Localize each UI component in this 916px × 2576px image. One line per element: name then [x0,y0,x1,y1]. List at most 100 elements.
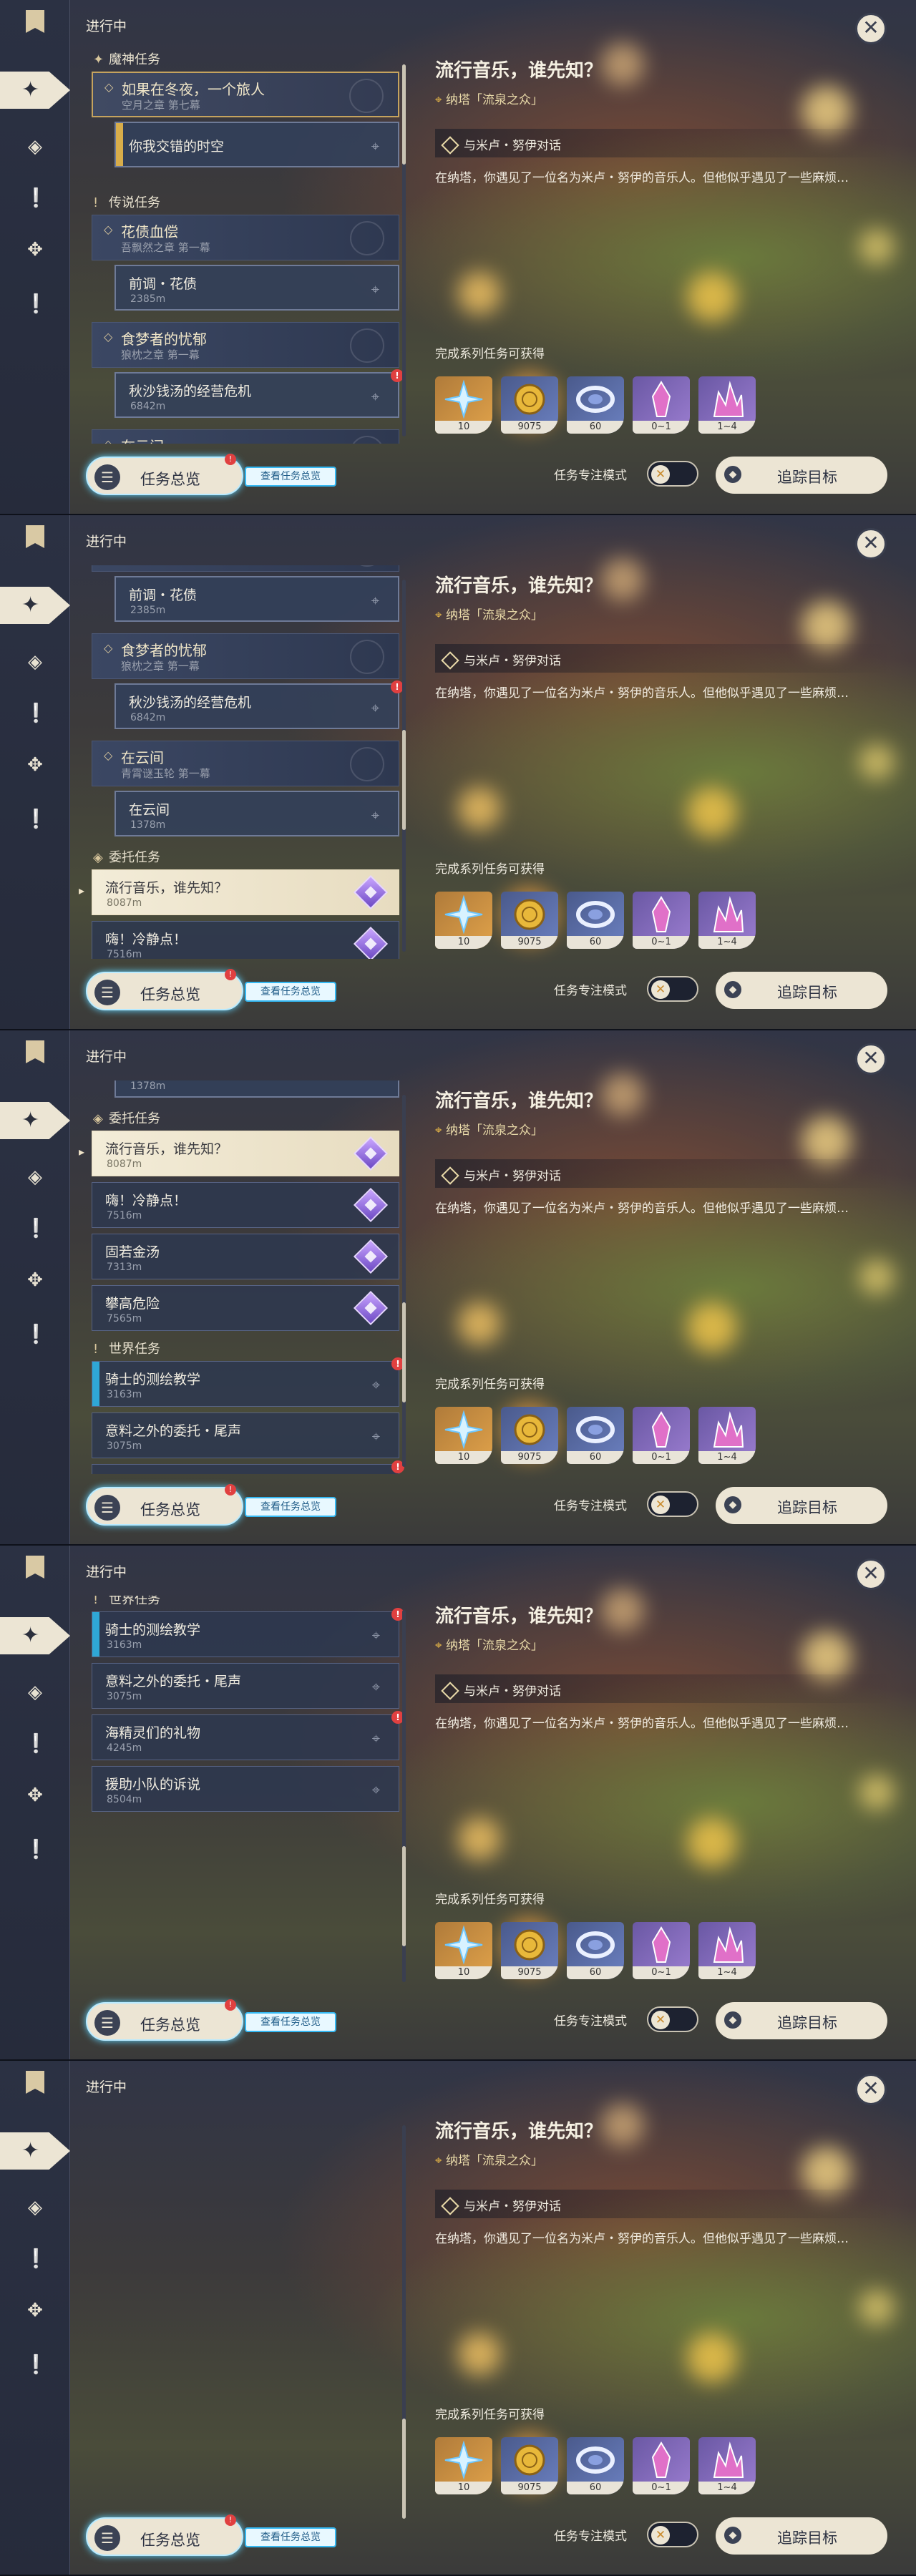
reward-adventure-exp[interactable]: 10 [435,2437,492,2494]
close-button[interactable]: ✕ [855,1558,887,1590]
exclamation-icon[interactable]: ❕ [24,809,47,830]
quest-overview-button[interactable]: ☰ 任务总览! [86,1999,243,2041]
quest-chain-legend-2[interactable]: ◇ 食梦者的忧郁 狼枕之章 第一幕 [92,322,399,368]
quest-flag-icon[interactable] [26,1556,44,1579]
exclamation-icon[interactable]: ❕ [24,293,47,315]
view-overview-tag[interactable]: 查看任务总览 [245,2012,336,2032]
reward-crystal-chunk[interactable]: 1~4 [698,2437,756,2494]
focus-mode-toggle[interactable]: ✕ [647,2522,698,2547]
quest-list-scrollbar[interactable] [402,580,406,952]
reward-adventure-exp[interactable]: 10 [435,1922,492,1979]
quest-item-world-1[interactable]: 骑士的测绘教学 3163m ⌖! [92,1608,404,1657]
reward-adventure-exp[interactable]: 10 [435,376,492,434]
reward-companionship[interactable]: 60 [567,2437,624,2494]
focus-mode-toggle[interactable]: ✕ [647,976,698,1002]
location-pin-icon[interactable]: ⌖ [371,388,379,405]
focus-mode-toggle[interactable]: ✕ [647,461,698,487]
close-button[interactable]: ✕ [855,528,887,560]
quest-item-legend-1[interactable]: 前调・花债 2385m ⌖ [114,576,399,622]
story-icon[interactable]: ◈ [24,1682,46,1703]
close-button[interactable]: ✕ [855,13,887,44]
story-icon[interactable]: ◈ [24,136,46,157]
quest-item-commission-1-selected[interactable]: 流行音乐，谁先知？ 8087m [92,1131,399,1176]
reward-crystal-chunk[interactable]: 1~4 [698,1407,756,1464]
exclamation-icon[interactable]: ❕ [24,2354,47,2376]
view-overview-tag[interactable]: 查看任务总览 [245,2527,336,2547]
scrollbar-thumb[interactable] [402,1846,406,1946]
reward-crystal-chunk[interactable]: 1~4 [698,1922,756,1979]
location-pin-icon[interactable]: ⌖ [371,280,379,298]
quest-item-world-3[interactable]: 海精灵们的礼物4245m⌖! [92,1711,404,1760]
quest-list-viewport[interactable]: ✦魔神任务 ◇如果在冬夜，一个旅人空月之章 第七幕 你我交错的时空⌖ !传说任务… [79,1596,408,1989]
track-target-button[interactable]: ◆ 追踪目标 [716,972,887,1009]
reward-companionship[interactable]: 60 [567,892,624,949]
quest-chain-archon[interactable]: ◇ 如果在冬夜，一个旅人 空月之章 第七幕 [92,72,399,117]
reward-crystal[interactable]: 0~1 [633,2437,690,2494]
rail-item-selected[interactable]: ✦ [0,72,70,109]
reward-companionship[interactable]: 60 [567,1407,624,1464]
quest-item-legend-1[interactable]: 前调・花债 2385m ⌖ [114,265,399,311]
quest-flag-icon[interactable] [26,10,44,33]
exclamation-icon[interactable]: ❕ [24,1324,47,1345]
reward-crystal[interactable]: 0~1 [633,376,690,434]
quest-list-scrollbar[interactable] [402,1095,406,1467]
location-pin-icon[interactable]: ⌖ [371,137,379,155]
quest-item-world-4[interactable]: 援助小队的诉说 8504m ⌖ [92,1766,399,1812]
reward-crystal[interactable]: 0~1 [633,1922,690,1979]
compass-icon[interactable]: ✥ [24,2300,46,2321]
location-pin-icon[interactable]: ⌖ [371,1080,379,1085]
location-pin-icon[interactable]: ⌖ [372,1781,380,1798]
story-icon[interactable]: ◈ [24,651,46,673]
quest-item-commission-1-selected[interactable]: 流行音乐，谁先知？ 8087m [92,869,399,915]
rail-item-selected[interactable]: ✦ [0,1102,70,1139]
reward-adventure-exp[interactable]: 10 [435,1407,492,1464]
scrollbar-thumb[interactable] [402,1302,406,1402]
quest-chain-legend-1[interactable]: ◇花债血偿吾飘然之章 第一幕 [92,565,399,572]
quest-item-commission-3[interactable]: 固若金汤 7313m [92,1234,399,1279]
compass-icon[interactable]: ✥ [24,1269,46,1291]
quest-item-archon[interactable]: 你我交错的时空 ⌖ [114,122,399,167]
quest-flag-icon[interactable] [26,2071,44,2094]
quest-overview-button[interactable]: ☰ 任务总览! [86,969,243,1010]
reward-crystal[interactable]: 0~1 [633,1407,690,1464]
quest-overview-button[interactable]: ☰ 任务总览! [86,454,243,495]
quest-item-legend-3[interactable]: 在云间1378m⌖ [114,1080,399,1098]
reward-mora[interactable]: 9075 [501,2437,558,2494]
quest-list-viewport[interactable]: ✦魔神任务 ◇如果在冬夜，一个旅人空月之章 第七幕 你我交错的时空⌖ !传说任务… [79,565,408,959]
reward-crystal[interactable]: 0~1 [633,892,690,949]
reward-crystal-chunk[interactable]: 1~4 [698,892,756,949]
quest-item-commission-4[interactable]: 攀高危险 7565m [92,1285,399,1331]
reward-adventure-exp[interactable]: 10 [435,892,492,949]
quest-item-world-2[interactable]: 意料之外的委托・尾声 3075m ⌖ [92,1663,399,1709]
reward-companionship[interactable]: 60 [567,376,624,434]
close-button[interactable]: ✕ [855,1043,887,1075]
rail-item-selected[interactable]: ✦ [0,1617,70,1654]
quest-item-commission-2[interactable]: 嗨！冷静点！ 7516m [92,921,399,959]
track-target-button[interactable]: ◆ 追踪目标 [716,2002,887,2039]
reward-mora[interactable]: 9075 [501,1407,558,1464]
story-icon[interactable]: ◈ [24,2197,46,2218]
reward-crystal-chunk[interactable]: 1~4 [698,376,756,434]
reward-mora[interactable]: 9075 [501,1922,558,1979]
reward-mora[interactable]: 9075 [501,892,558,949]
quest-list-viewport[interactable]: ✦魔神任务 ◇如果在冬夜，一个旅人空月之章 第七幕 你我交错的时空⌖ !传说任务… [79,1080,408,1474]
quest-list-scrollbar[interactable] [402,2125,406,2519]
view-overview-tag[interactable]: 查看任务总览 [245,467,336,487]
quest-chain-legend-2[interactable]: ◇ 食梦者的忧郁 狼枕之章 第一幕 [92,633,399,679]
track-target-button[interactable]: ◆ 追踪目标 [716,2517,887,2555]
location-pin-icon[interactable]: ⌖ [372,1376,380,1393]
scrollbar-thumb[interactable] [402,730,406,830]
quest-flag-icon[interactable] [26,1040,44,1063]
quest-list-viewport[interactable]: ✦魔神任务 ◇如果在冬夜，一个旅人空月之章 第七幕 你我交错的时空⌖ !传说任务… [79,50,408,444]
quest-chain-legend-1[interactable]: ◇花债血偿吾飘然之章 第一幕 [92,215,399,260]
quest-item-world-3[interactable]: 海精灵们的礼物4245m⌖! [92,1460,404,1474]
exclamation-icon[interactable]: ❕ [24,1733,47,1755]
location-pin-icon[interactable]: ⌖ [372,1428,380,1445]
view-overview-tag[interactable]: 查看任务总览 [245,982,336,1002]
quest-list-scrollbar[interactable] [402,1610,406,1982]
quest-item-world-2[interactable]: 意料之外的委托・尾声 3075m ⌖ [92,1413,399,1458]
focus-mode-toggle[interactable]: ✕ [647,2006,698,2032]
quest-list-viewport[interactable]: ✦魔神任务 ◇如果在冬夜，一个旅人空月之章 第七幕 你我交错的时空⌖ !传说任务… [79,2111,408,2504]
scrollbar-thumb[interactable] [402,64,406,165]
story-icon[interactable]: ◈ [24,1166,46,1188]
